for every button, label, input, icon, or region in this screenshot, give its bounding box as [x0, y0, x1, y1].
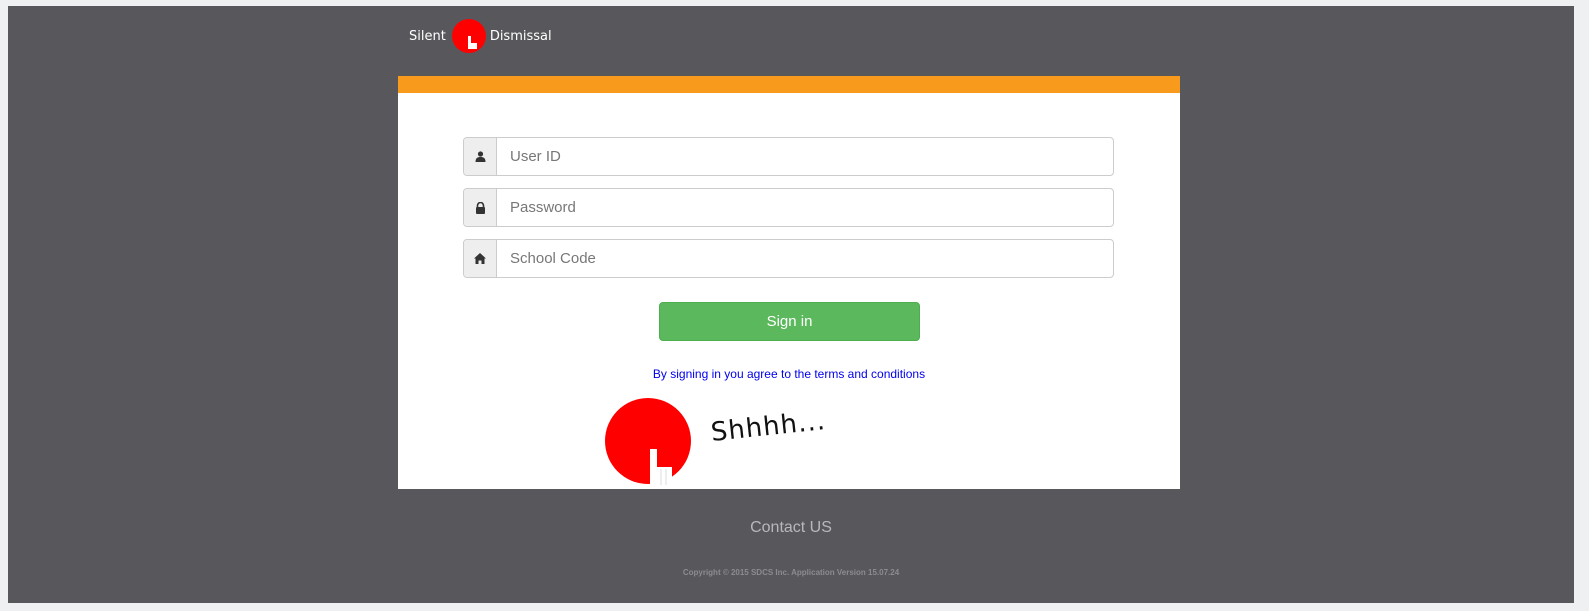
user-id-input[interactable] [497, 138, 1113, 175]
user-icon [464, 138, 497, 175]
terms-link[interactable]: By signing in you agree to the terms and… [398, 367, 1180, 381]
sign-in-button[interactable]: Sign in [659, 302, 920, 341]
card-accent-bar [398, 76, 1180, 93]
login-card: Sign in By signing in you agree to the t… [398, 76, 1180, 489]
brand-hand-icon [451, 19, 486, 53]
password-input[interactable] [497, 189, 1113, 226]
page-frame: Silent Dismissal User ID School Code Sig… [8, 6, 1574, 603]
brand-name-right: Dismissal [489, 28, 552, 44]
home-icon [464, 240, 497, 277]
user-id-group [463, 137, 1114, 176]
shh-text: Shhhh... [709, 406, 828, 448]
lock-icon [464, 189, 497, 226]
school-code-group [463, 239, 1114, 278]
copyright-text: Copyright © 2015 SDCS Inc. Application V… [682, 568, 900, 577]
shh-hand-icon [605, 398, 691, 485]
brand-logo[interactable]: Silent Dismissal [409, 16, 552, 56]
contact-us-link[interactable]: Contact US [8, 519, 1574, 537]
password-group [463, 188, 1114, 227]
school-code-input[interactable] [497, 240, 1113, 277]
brand-name-left: Silent [409, 28, 446, 44]
